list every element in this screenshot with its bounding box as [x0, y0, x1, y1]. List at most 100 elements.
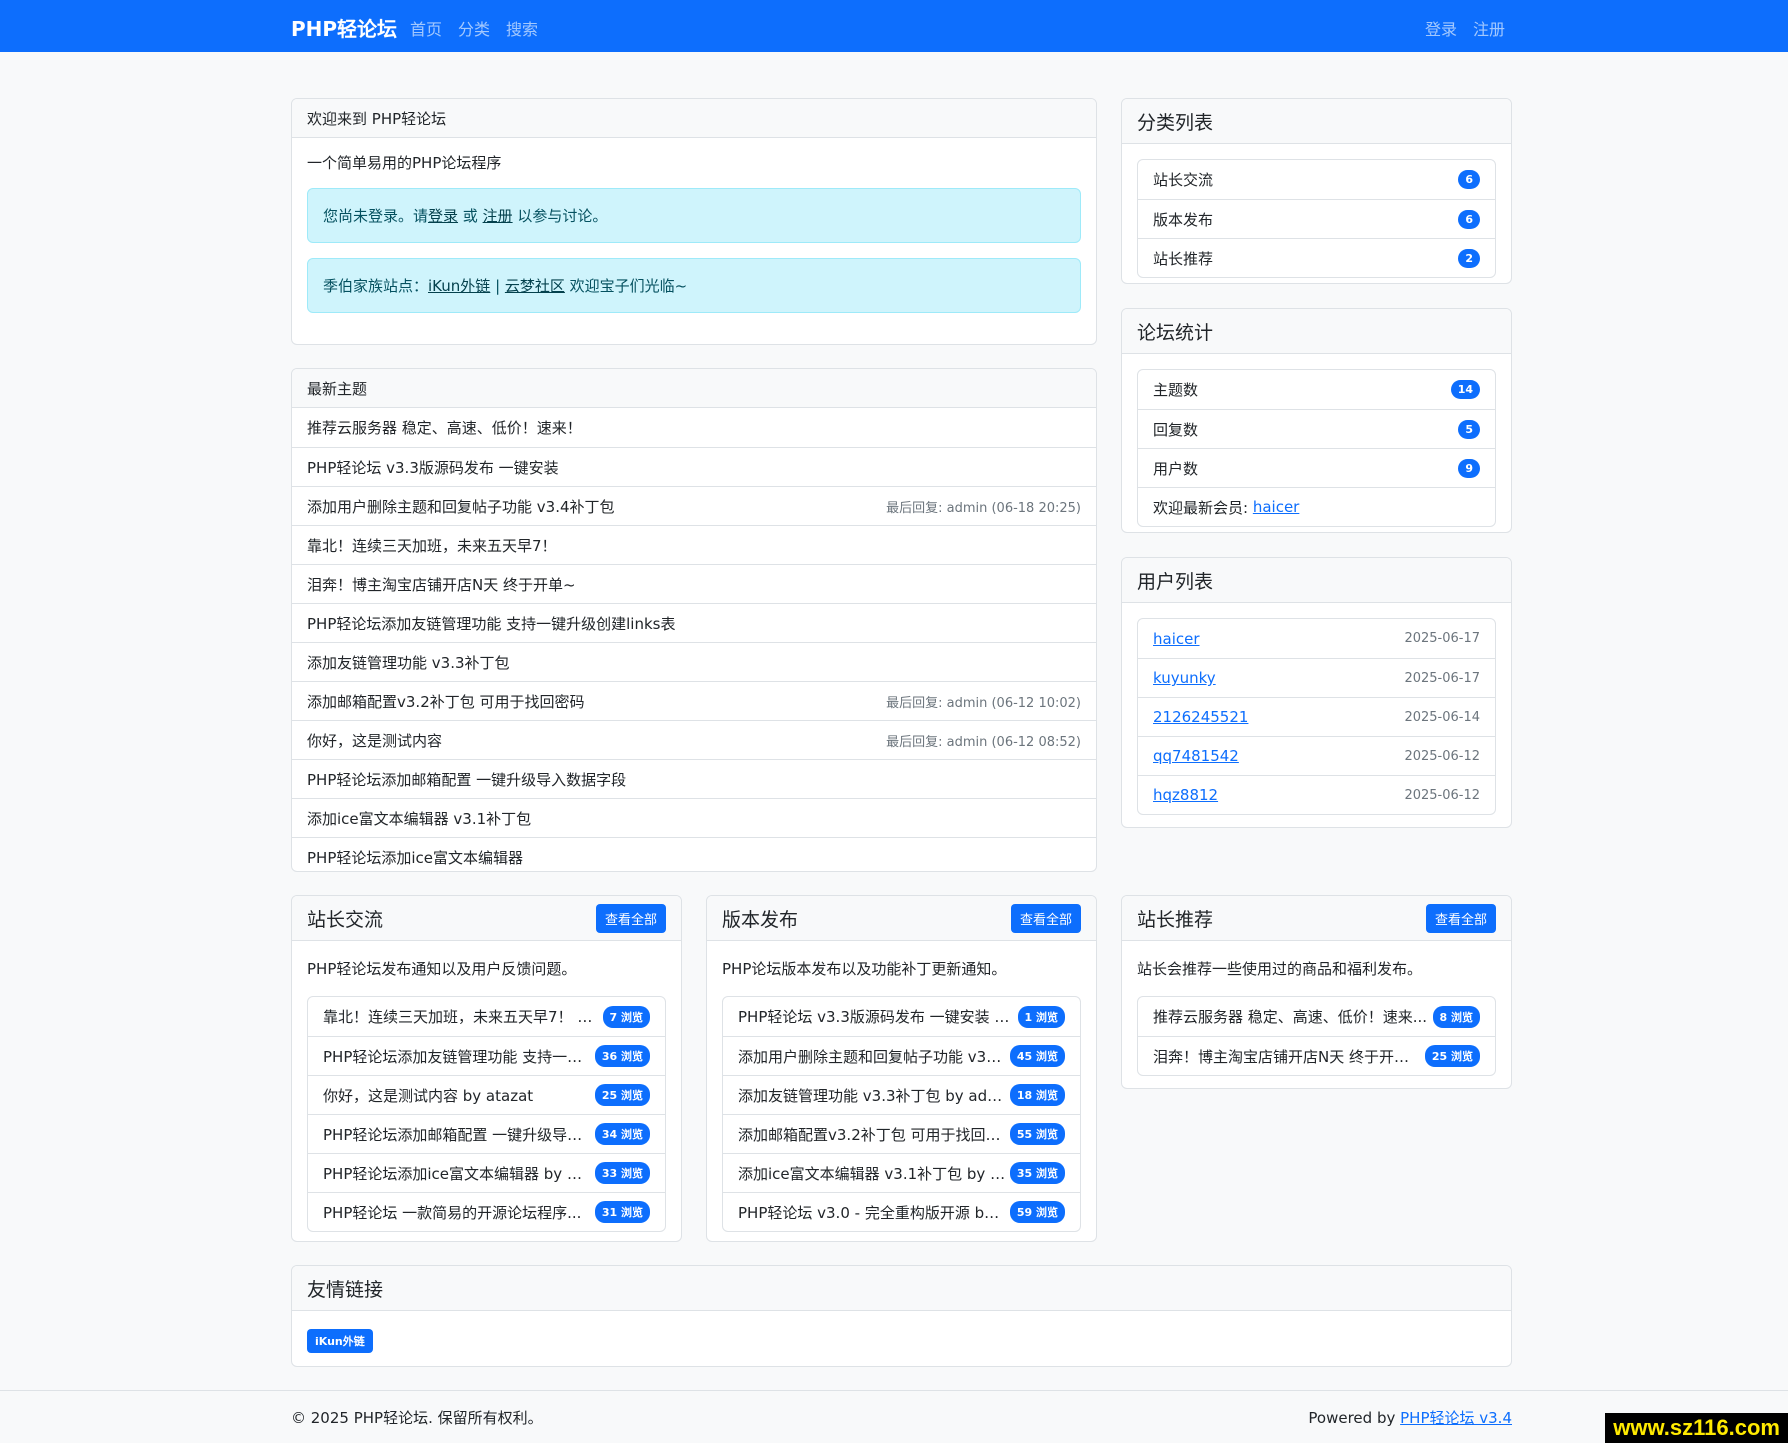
topic-title[interactable]: PHP轻论坛添加ice富文本编辑器	[307, 847, 523, 868]
newest-member-label: 欢迎最新会员:	[1153, 498, 1253, 517]
topic-title[interactable]: 添加友链管理功能 v3.3补丁包	[307, 652, 510, 673]
topic-row[interactable]: 你好，这是测试内容 最后回复: admin (06-12 08:52)	[292, 720, 1096, 759]
topic-row[interactable]: 添加友链管理功能 v3.3补丁包	[292, 642, 1096, 681]
category-item[interactable]: 站长交流 6	[1138, 160, 1495, 199]
topic-title[interactable]: 你好，这是测试内容	[307, 730, 442, 751]
category-topic-row[interactable]: 靠北！连续三天加班，未来五天早7！ b... 7 浏览	[308, 997, 665, 1036]
user-link[interactable]: 2126245521	[1153, 708, 1248, 726]
category-item[interactable]: 站长推荐 2	[1138, 238, 1495, 277]
topic-row[interactable]: 添加邮箱配置v3.2补丁包 可用于找回密码 最后回复: admin (06-12 …	[292, 681, 1096, 720]
nav-search[interactable]: 搜索	[506, 16, 538, 40]
user-link[interactable]: hqz8812	[1153, 786, 1218, 804]
topic-title[interactable]: 靠北！连续三天加班，未来五天早7！	[307, 535, 557, 556]
category-topic-row[interactable]: 添加邮箱配置v3.2补丁包 可用于找回密... 55 浏览	[723, 1114, 1080, 1153]
category-name[interactable]: 站长推荐	[1153, 248, 1213, 269]
category-box-header: 版本发布 查看全部	[707, 896, 1096, 941]
category-topic-title[interactable]: PHP轻论坛添加ice富文本编辑器 by ad...	[323, 1163, 591, 1184]
category-topic-title[interactable]: PHP轻论坛添加友链管理功能 支持一键...	[323, 1046, 591, 1067]
topic-title[interactable]: 添加邮箱配置v3.2补丁包 可用于找回密码	[307, 691, 585, 712]
category-name[interactable]: 站长交流	[1153, 169, 1213, 190]
welcome-title: 欢迎来到 PHP轻论坛	[307, 109, 447, 128]
topic-title[interactable]: 添加用户删除主题和回复帖子功能 v3.4补丁包	[307, 496, 615, 517]
forum-stats-header: 论坛统计	[1122, 309, 1511, 354]
category-topic-title[interactable]: 你好，这是测试内容 by atazat	[323, 1085, 591, 1106]
category-topic-title[interactable]: 添加用户删除主题和回复帖子功能 v3.4...	[738, 1046, 1006, 1067]
category-topic-row[interactable]: 添加ice富文本编辑器 v3.1补丁包 by a... 35 浏览	[723, 1153, 1080, 1192]
topic-row[interactable]: 添加用户删除主题和回复帖子功能 v3.4补丁包 最后回复: admin (06-1…	[292, 486, 1096, 525]
forum-stats-card: 论坛统计 主题数 14 回复数 5 用户数 9 欢迎最新会员: haicer	[1121, 308, 1512, 533]
topic-row[interactable]: PHP轻论坛添加ice富文本编辑器	[292, 837, 1096, 871]
alert-register-link[interactable]: 注册	[483, 205, 513, 226]
category-name[interactable]: 版本发布	[1153, 209, 1213, 230]
view-all-button[interactable]: 查看全部	[595, 903, 666, 933]
category-topic-title[interactable]: PHP轻论坛添加邮箱配置 一键升级导入...	[323, 1124, 591, 1145]
category-topic-row[interactable]: 泪奔！博主淘宝店铺开店N天 终于开单... 25 浏览	[1138, 1036, 1495, 1075]
topic-title[interactable]: 推荐云服务器 稳定、高速、低价！速来！	[307, 417, 582, 438]
user-join-date: 2025-06-12	[1404, 748, 1480, 764]
category-topic-row[interactable]: PHP轻论坛添加ice富文本编辑器 by ad... 33 浏览	[308, 1153, 665, 1192]
view-count-badge: 1 浏览	[1017, 1005, 1065, 1028]
topic-row[interactable]: 推荐云服务器 稳定、高速、低价！速来！	[292, 408, 1096, 447]
category-list-header: 分类列表	[1122, 99, 1511, 144]
nav-categories[interactable]: 分类	[458, 16, 490, 40]
stat-name: 用户数	[1153, 459, 1199, 478]
login-alert-or: 或	[458, 207, 483, 225]
category-topic-row[interactable]: PHP轻论坛添加友链管理功能 支持一键... 36 浏览	[308, 1036, 665, 1075]
alert-login-link[interactable]: 登录	[428, 205, 458, 226]
ikun-link[interactable]: iKun外链	[428, 275, 490, 296]
topic-row[interactable]: 靠北！连续三天加班，未来五天早7！	[292, 525, 1096, 564]
footer-powered-link[interactable]: PHP轻论坛 v3.4	[1400, 1409, 1512, 1427]
view-all-button[interactable]: 查看全部	[1425, 903, 1496, 933]
topic-title[interactable]: PHP轻论坛添加邮箱配置 一键升级导入数据字段	[307, 769, 626, 790]
yunmeng-link[interactable]: 云梦社区	[505, 275, 565, 296]
category-topic-row[interactable]: PHP轻论坛添加邮箱配置 一键升级导入... 34 浏览	[308, 1114, 665, 1153]
view-count-badge: 18 浏览	[1009, 1084, 1065, 1106]
stat-item: 回复数 5	[1138, 409, 1495, 448]
category-topic-row[interactable]: 你好，这是测试内容 by atazat 25 浏览	[308, 1075, 665, 1114]
brand-logo[interactable]: PHP轻论坛	[291, 13, 397, 42]
stat-count-badge: 5	[1458, 419, 1480, 439]
nav-login[interactable]: 登录	[1425, 16, 1457, 40]
category-topic-title[interactable]: PHP轻论坛 一款简易的开源论坛程序...	[323, 1202, 591, 1223]
friend-link-badge[interactable]: iKun外链	[307, 1329, 373, 1353]
category-topic-title[interactable]: 添加邮箱配置v3.2补丁包 可用于找回密...	[738, 1124, 1006, 1145]
latest-topics-list: 推荐云服务器 稳定、高速、低价！速来！ PHP轻论坛 v3.3版源码发布 一键安装…	[292, 408, 1096, 871]
newest-member-link[interactable]: haicer	[1253, 498, 1300, 516]
category-box: 站长交流 查看全部 PHP轻论坛发布通知以及用户反馈问题。 靠北！连续三天加班，未来五…	[291, 895, 682, 1242]
topic-row[interactable]: 泪奔！博主淘宝店铺开店N天 终于开单~	[292, 564, 1096, 603]
stat-count-badge: 14	[1450, 380, 1480, 399]
category-topic-row[interactable]: PHP轻论坛 v3.0 - 完全重构版开源 by ... 59 浏览	[723, 1192, 1080, 1231]
category-topic-title[interactable]: 添加友链管理功能 v3.3补丁包 by admin	[738, 1085, 1006, 1106]
user-link[interactable]: qq7481542	[1153, 747, 1239, 765]
category-topic-row[interactable]: 推荐云服务器 稳定、高速、低价！速来... 8 浏览	[1138, 997, 1495, 1036]
topic-title[interactable]: PHP轻论坛 v3.3版源码发布 一键安装	[307, 457, 559, 478]
user-link[interactable]: kuyunky	[1153, 669, 1216, 687]
category-topic-title[interactable]: 靠北！连续三天加班，未来五天早7！ b...	[323, 1006, 599, 1027]
user-link[interactable]: haicer	[1153, 630, 1200, 648]
category-topic-row[interactable]: PHP轻论坛 一款简易的开源论坛程序... 31 浏览	[308, 1192, 665, 1231]
newest-member-row: 欢迎最新会员: haicer	[1138, 487, 1495, 526]
user-item: hqz8812 2025-06-12	[1138, 775, 1495, 814]
view-count-badge: 55 浏览	[1009, 1123, 1065, 1145]
user-join-date: 2025-06-17	[1404, 670, 1480, 686]
topic-title[interactable]: PHP轻论坛添加友链管理功能 支持一键升级创建links表	[307, 613, 675, 634]
view-all-button[interactable]: 查看全部	[1010, 903, 1081, 933]
category-topic-row[interactable]: 添加用户删除主题和回复帖子功能 v3.4... 45 浏览	[723, 1036, 1080, 1075]
topic-title[interactable]: 泪奔！博主淘宝店铺开店N天 终于开单~	[307, 574, 576, 595]
nav-home[interactable]: 首页	[410, 16, 442, 40]
category-topic-title[interactable]: PHP轻论坛 v3.0 - 完全重构版开源 by ...	[738, 1202, 1006, 1223]
category-topic-title[interactable]: 添加ice富文本编辑器 v3.1补丁包 by a...	[738, 1163, 1006, 1184]
category-topic-title[interactable]: PHP轻论坛 v3.3版源码发布 一键安装 b...	[738, 1006, 1014, 1027]
topic-row[interactable]: PHP轻论坛添加邮箱配置 一键升级导入数据字段	[292, 759, 1096, 798]
category-topic-row[interactable]: PHP轻论坛 v3.3版源码发布 一键安装 b... 1 浏览	[723, 997, 1080, 1036]
category-topic-title[interactable]: 推荐云服务器 稳定、高速、低价！速来...	[1153, 1006, 1429, 1027]
nav-register[interactable]: 注册	[1473, 16, 1505, 40]
user-item: qq7481542 2025-06-12	[1138, 736, 1495, 775]
topic-row[interactable]: PHP轻论坛添加友链管理功能 支持一键升级创建links表	[292, 603, 1096, 642]
topic-title[interactable]: 添加ice富文本编辑器 v3.1补丁包	[307, 808, 531, 829]
topic-row[interactable]: 添加ice富文本编辑器 v3.1补丁包	[292, 798, 1096, 837]
category-topic-row[interactable]: 添加友链管理功能 v3.3补丁包 by admin 18 浏览	[723, 1075, 1080, 1114]
topic-row[interactable]: PHP轻论坛 v3.3版源码发布 一键安装	[292, 447, 1096, 486]
category-item[interactable]: 版本发布 6	[1138, 199, 1495, 238]
category-topic-title[interactable]: 泪奔！博主淘宝店铺开店N天 终于开单...	[1153, 1046, 1421, 1067]
